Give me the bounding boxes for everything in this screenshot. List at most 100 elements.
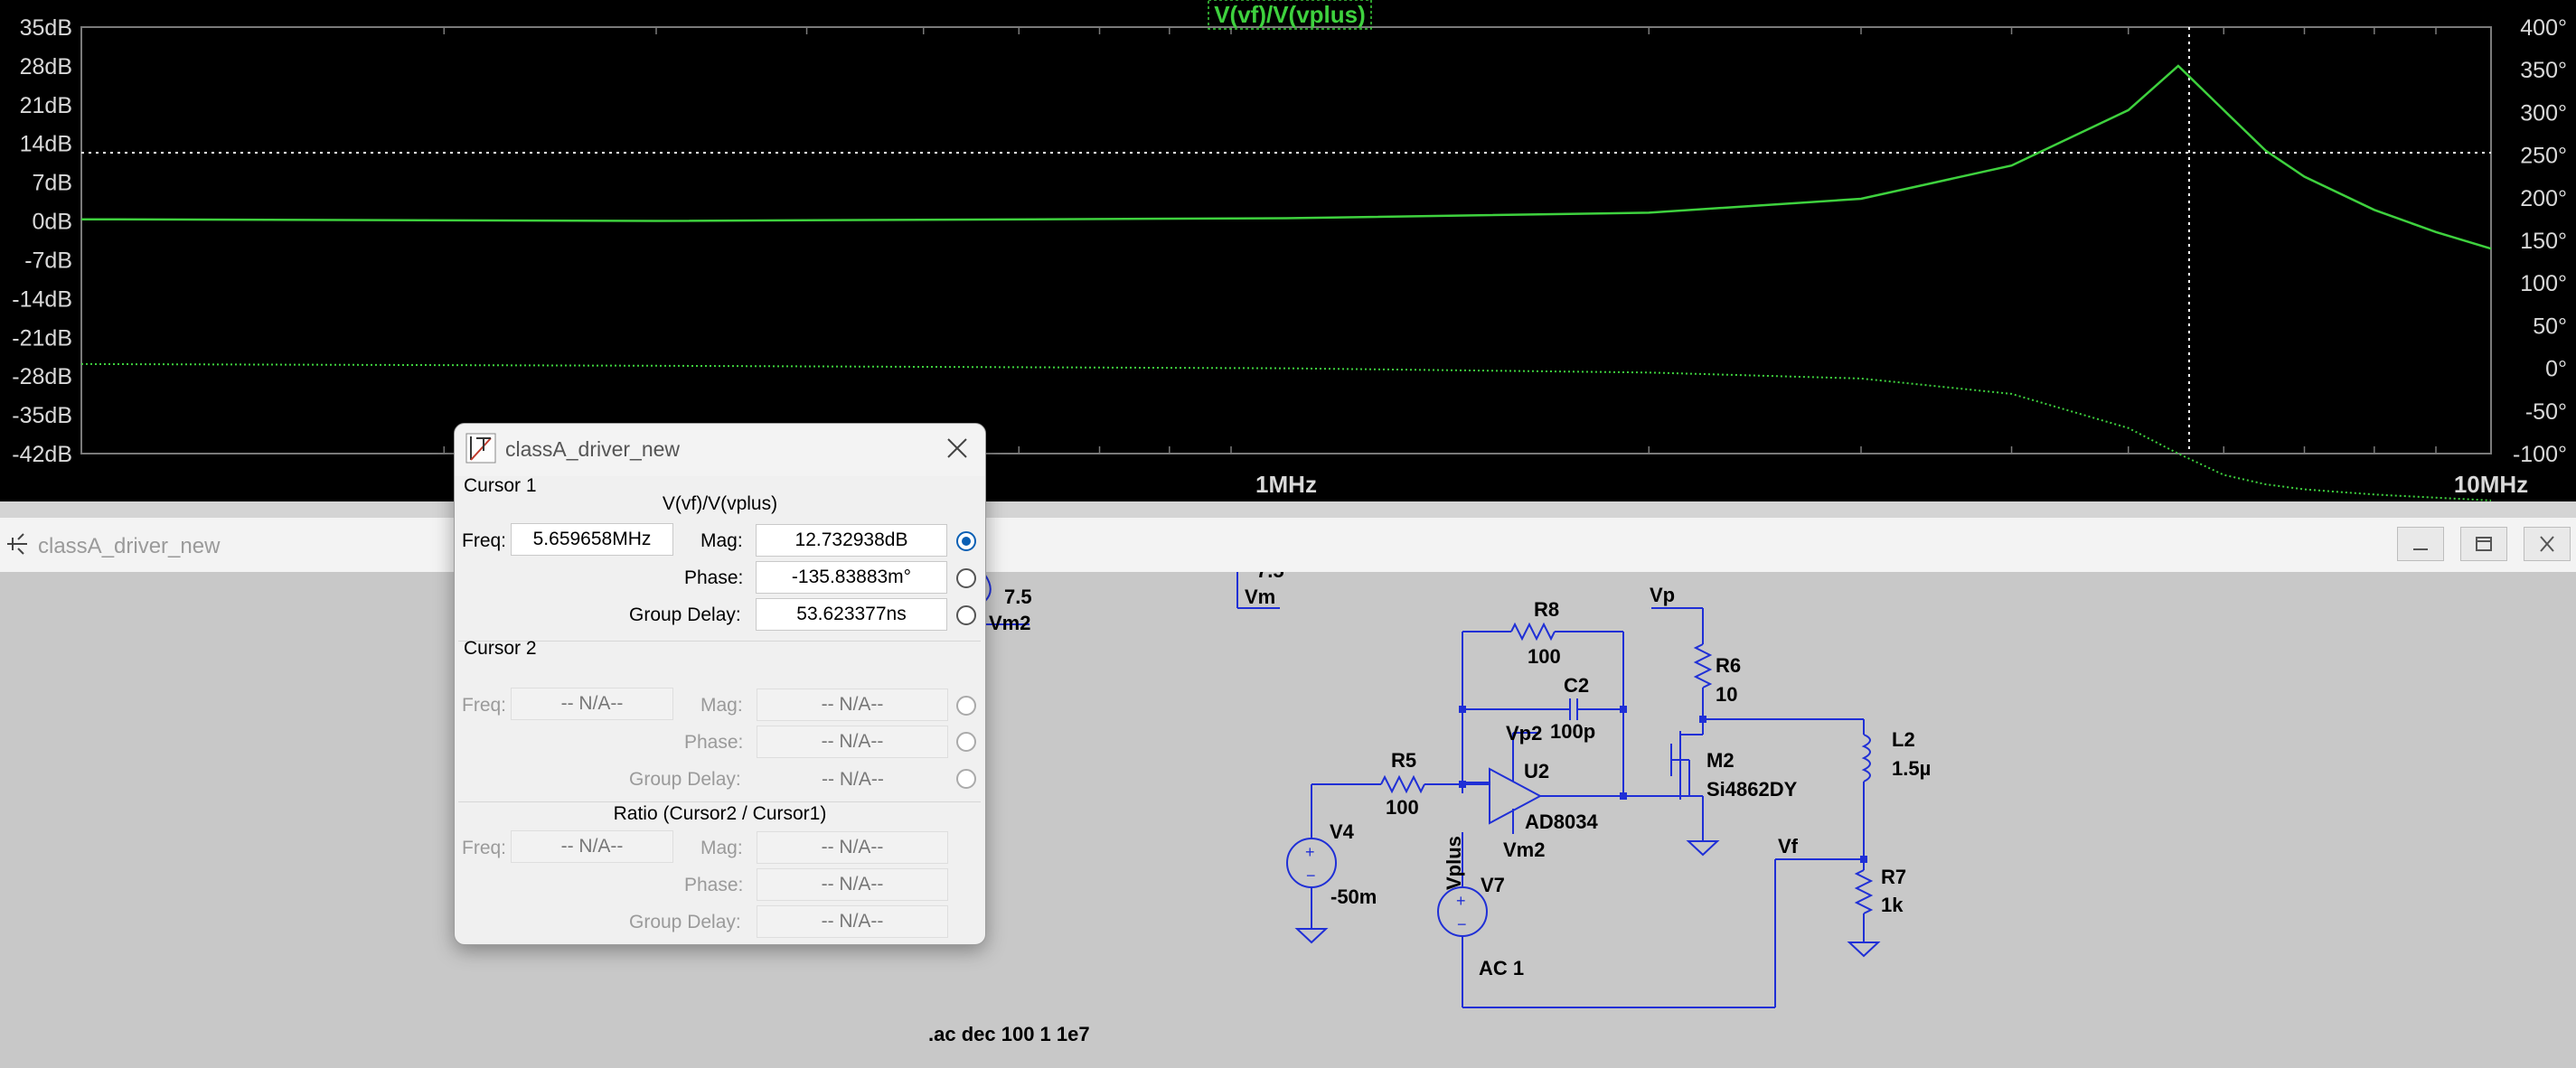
ltspice-schematic-icon xyxy=(7,533,27,555)
cursor1-phase-label: Phase: xyxy=(684,567,744,588)
cursor1-freq-label: Freq: xyxy=(462,530,507,551)
m2-ground xyxy=(1686,840,1720,857)
r7-ground xyxy=(1847,942,1881,958)
cursor1-gd-radio[interactable] xyxy=(956,605,976,625)
schematic-drawing[interactable]: + − + − 7.5 Vm2 7.5 Vm R8 100 C2 100p Vp… xyxy=(4,572,2576,1068)
r6-resistor[interactable] xyxy=(1693,643,1713,689)
r7-value: 1k xyxy=(1881,894,1904,916)
spice-directive[interactable]: .ac dec 100 1 1e7 xyxy=(928,1023,1090,1045)
y-left-tick-label: -35dB xyxy=(12,403,72,428)
cursor1-phase-field[interactable]: -135.83883m° xyxy=(756,561,947,594)
y-right-axis: 400° 350° 300° 250° 200° 150° 100° 50° 0° -50° -10… xyxy=(2513,15,2567,467)
r8-name: R8 xyxy=(1534,598,1559,621)
y-right-tick-label: 400° xyxy=(2520,15,2567,41)
close-icon xyxy=(947,438,967,458)
cursor1-gd-label: Group Delay: xyxy=(629,604,741,625)
cursor2-mag-radio[interactable] xyxy=(956,696,976,716)
restore-button[interactable] xyxy=(2460,527,2507,561)
waveform-pane[interactable]: 35dB 28dB 21dB 14dB 7dB 0dB -7dB -14dB -21dB -28d… xyxy=(0,0,2576,501)
junction-dot xyxy=(1620,792,1627,800)
m2-name: M2 xyxy=(1706,749,1735,772)
vplus-label: Vplus xyxy=(1443,836,1465,890)
v7-minus-mark: − xyxy=(1457,915,1467,933)
vp2-label: Vp2 xyxy=(1506,722,1542,745)
y-right-tick-label: 300° xyxy=(2520,100,2567,126)
cursor2-gd-radio[interactable] xyxy=(956,769,976,789)
r7-resistor[interactable] xyxy=(1854,869,1874,914)
y-right-tick-label: 100° xyxy=(2520,271,2567,296)
cursor1-mag-field[interactable]: 12.732938dB xyxy=(756,524,947,557)
m2-value: Si4862DY xyxy=(1706,778,1798,801)
r8-resistor[interactable] xyxy=(1510,622,1556,642)
y-right-tick-label: 350° xyxy=(2520,58,2567,83)
c2-name: C2 xyxy=(1564,674,1589,697)
l2-inductor[interactable] xyxy=(1861,734,1871,782)
ratio-freq-field: -- N/A-- xyxy=(511,830,673,863)
cursor1-mag-label: Mag: xyxy=(700,530,743,551)
minimize-icon xyxy=(2413,548,2428,550)
r7-name: R7 xyxy=(1881,866,1906,888)
close-window-button[interactable] xyxy=(2524,527,2571,561)
v4-plus-mark: + xyxy=(1305,843,1315,861)
pane-divider[interactable] xyxy=(0,501,2576,518)
cursor1-mag-radio[interactable] xyxy=(956,531,976,551)
dialog-title: classA_driver_new xyxy=(505,437,681,461)
y-left-tick-label: -21dB xyxy=(12,325,72,351)
y-left-tick-label: 21dB xyxy=(20,93,72,118)
cursor1-gd-field[interactable]: 53.623377ns xyxy=(756,598,947,631)
cursor1-freq-field[interactable]: 5.659658MHz xyxy=(511,523,673,556)
ltspice-icon xyxy=(465,433,496,464)
ratio-section-label: Ratio (Cursor2 / Cursor1) xyxy=(613,803,827,824)
vm-label: Vm xyxy=(1245,586,1275,608)
junction-dot xyxy=(1860,856,1867,863)
cursor2-phase-radio[interactable] xyxy=(956,732,976,752)
close-icon xyxy=(2540,536,2554,552)
y-right-tick-label: 250° xyxy=(2520,144,2567,169)
cursor1-phase-radio[interactable] xyxy=(956,568,976,588)
schematic-window-title: classA_driver_new xyxy=(38,534,221,558)
waveform-plot[interactable]: 35dB 28dB 21dB 14dB 7dB 0dB -7dB -14dB -21dB -28d… xyxy=(0,0,2576,501)
cursor2-phase-field[interactable]: -- N/A-- xyxy=(757,726,948,758)
y-left-tick-label: 35dB xyxy=(20,15,72,41)
y-right-tick-label: 200° xyxy=(2520,186,2567,211)
y-right-tick-label: 150° xyxy=(2520,229,2567,254)
junction-dot xyxy=(1620,706,1627,713)
vf-label: Vf xyxy=(1778,835,1799,857)
plot-frame xyxy=(80,26,2492,454)
cursor2-freq-field[interactable]: -- N/A-- xyxy=(511,688,673,720)
ratio-mag-field: -- N/A-- xyxy=(757,831,948,864)
v7-plus-mark: + xyxy=(1456,892,1466,910)
y-left-tick-label: 7dB xyxy=(33,171,72,196)
partial-vm-value: 7.5 xyxy=(1256,572,1284,582)
r5-value: 100 xyxy=(1386,796,1419,819)
v4-minus-mark: − xyxy=(1306,867,1316,885)
y-left-tick-label: -42dB xyxy=(12,442,72,467)
ratio-gd-label: Group Delay: xyxy=(629,912,741,932)
y-left-tick-label: -28dB xyxy=(12,364,72,389)
cursor2-gd-label: Group Delay: xyxy=(629,769,741,790)
cursor2-mag-field[interactable]: -- N/A-- xyxy=(757,689,948,721)
schematic-canvas[interactable]: + − + − 7.5 Vm2 7.5 Vm R8 100 C2 100p Vp… xyxy=(4,572,2576,1068)
y-left-axis: 35dB 28dB 21dB 14dB 7dB 0dB -7dB -14dB -21dB -28d… xyxy=(12,15,72,467)
x-tick-label: 10MHz xyxy=(2454,471,2528,498)
dialog-close-button[interactable] xyxy=(945,436,969,464)
c2-value: 100p xyxy=(1550,720,1595,743)
u2-value: AD8034 xyxy=(1525,810,1598,833)
junction-dot xyxy=(1459,781,1466,788)
divider xyxy=(458,641,981,642)
y-left-tick-label: -14dB xyxy=(12,286,72,312)
y-right-tick-label: -100° xyxy=(2513,442,2567,467)
cursor-dialog[interactable]: classA_driver_new Cursor 1 V(vf)/V(vplus… xyxy=(454,423,986,945)
ratio-phase-label: Phase: xyxy=(684,875,744,895)
divider xyxy=(458,801,981,802)
dialog-titlebar[interactable]: classA_driver_new xyxy=(455,424,985,476)
trace-label[interactable]: V(vf)/V(vplus) xyxy=(1214,1,1366,28)
y-left-tick-label: 28dB xyxy=(20,54,72,80)
vm2-u2-label: Vm2 xyxy=(1503,838,1545,861)
y-right-tick-label: -50° xyxy=(2525,399,2567,425)
vm2-left-label: Vm2 xyxy=(989,612,1030,634)
vp-label: Vp xyxy=(1650,584,1675,606)
junction-dot xyxy=(1699,716,1706,723)
r5-resistor[interactable] xyxy=(1380,774,1425,794)
minimize-button[interactable] xyxy=(2397,527,2444,561)
